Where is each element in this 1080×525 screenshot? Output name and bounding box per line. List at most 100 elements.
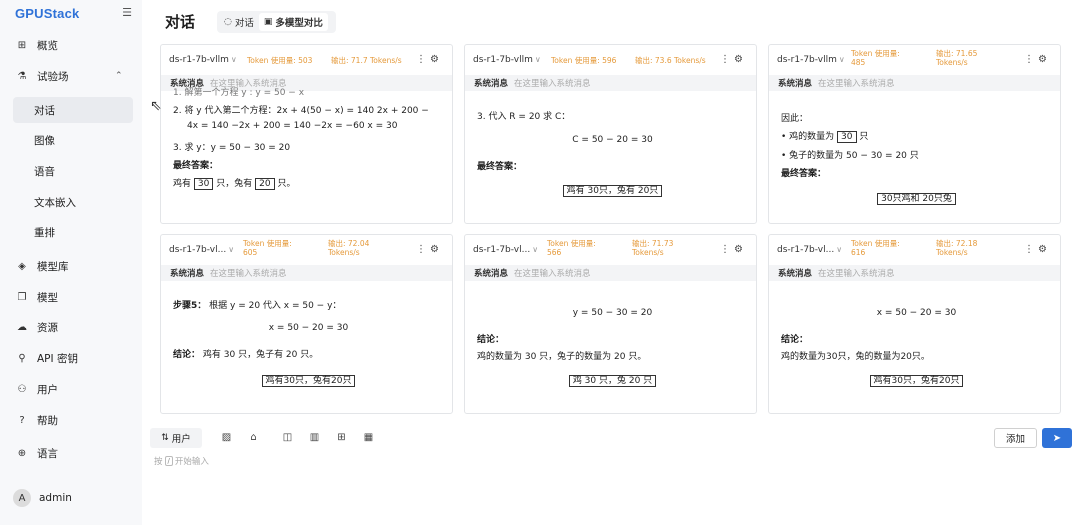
chevron-down-icon: ∨	[228, 245, 235, 254]
more-icon[interactable]: ⋮	[416, 54, 426, 65]
system-message[interactable]: 系统消息 在这里输入系统消息	[769, 265, 1060, 281]
user-name: admin	[39, 492, 72, 504]
more-icon[interactable]: ⋮	[720, 54, 730, 65]
model-select[interactable]: ds-r1-7b-vllm ∨	[169, 55, 237, 65]
panel-header: ds-r1-7b-vllm ∨ Token 使用量: 503 输出: 71.7 T…	[161, 45, 452, 73]
avatar: A	[13, 489, 31, 507]
message-input[interactable]: 按 / 开始输入	[154, 455, 209, 467]
question-icon: ?	[19, 414, 25, 426]
sidebar-item-users[interactable]: ⚇ 用户	[0, 376, 142, 402]
page-title: 对话	[165, 13, 196, 31]
token-usage: Token 使用量: 596	[551, 56, 617, 65]
panel-header: ds-r1-7b-vllm ∨ Token 使用量: 485 输出: 71.65 …	[769, 45, 1060, 73]
layout-2-icon[interactable]: ▥	[308, 431, 321, 444]
model-select[interactable]: ds-r1-7b-vl... ∨	[473, 245, 538, 255]
output-speed: 输出: 71.73 Tokens/s	[632, 239, 674, 257]
model-select[interactable]: ds-r1-7b-vllm ∨	[473, 55, 541, 65]
more-icon[interactable]: ⋮	[720, 244, 730, 255]
model-panel: ds-r1-7b-vl... ∨ Token 使用量: 566 输出: 71.73…	[464, 234, 757, 414]
user-menu[interactable]: A admin	[13, 489, 72, 507]
response-body: y = 50 − 30 = 20 结论： 鸡的数量为 30 只，兔子的数量为 2…	[477, 281, 748, 413]
system-message[interactable]: 系统消息 在这里输入系统消息	[769, 75, 1060, 91]
sidebar-item-embedding[interactable]: 文本嵌入	[0, 189, 142, 215]
sidebar-item-overview[interactable]: ⊞ 概览	[0, 32, 142, 58]
layout-3-icon[interactable]: ⊞	[335, 431, 348, 444]
mode-tabs: ◌ 对话 ▣ 多模型对比	[217, 11, 336, 33]
output-speed: 输出: 71.65 Tokens/s	[936, 49, 978, 67]
system-message[interactable]: 系统消息 在这里输入系统消息	[465, 75, 756, 91]
panel-header: ds-r1-7b-vl... ∨ Token 使用量: 605 输出: 72.04…	[161, 235, 452, 263]
model-panel: ds-r1-7b-vllm ∨ Token 使用量: 596 输出: 73.6 T…	[464, 44, 757, 224]
cube-icon: ◈	[18, 260, 26, 272]
sidebar-item-language[interactable]: ⊕ 语言	[0, 440, 142, 466]
system-message[interactable]: 系统消息 在这里输入系统消息	[465, 265, 756, 281]
sidebar-item-resources[interactable]: ☁ 资源	[0, 314, 142, 340]
send-icon: ➤	[1052, 432, 1062, 444]
home-icon[interactable]: ⌂	[247, 431, 260, 444]
panel-header: ds-r1-7b-vl... ∨ Token 使用量: 566 输出: 71.73…	[465, 235, 756, 263]
output-speed: 输出: 73.6 Tokens/s	[635, 56, 706, 65]
panel-header: ds-r1-7b-vl... ∨ Token 使用量: 616 输出: 72.18…	[769, 235, 1060, 263]
gear-icon[interactable]: ⚙	[430, 244, 439, 255]
sidebar-item-speech[interactable]: 语音	[0, 158, 142, 184]
model-panel: ds-r1-7b-vllm ∨ Token 使用量: 503 输出: 71.7 T…	[160, 44, 453, 224]
add-button[interactable]: 添加	[994, 428, 1037, 448]
model-panel: ds-r1-7b-vllm ∨ Token 使用量: 485 输出: 71.65 …	[768, 44, 1061, 224]
layout-1-icon[interactable]: ◫	[281, 431, 294, 444]
chevron-up-icon: ⌃	[115, 71, 123, 81]
key-icon: ⚲	[18, 352, 26, 364]
chevron-down-icon: ∨	[230, 55, 237, 64]
chevron-down-icon: ∨	[836, 245, 843, 254]
menu-fold-icon[interactable]: ☰	[120, 7, 134, 19]
mouse-cursor-icon: ⇖	[150, 98, 162, 114]
swap-icon: ⇅	[161, 433, 169, 443]
gear-icon[interactable]: ⚙	[734, 244, 743, 255]
dashboard-icon: ⊞	[17, 39, 27, 51]
chat-icon: ◌	[224, 17, 232, 27]
users-icon: ⚇	[17, 383, 27, 395]
model-panel: ds-r1-7b-vl... ∨ Token 使用量: 605 输出: 72.04…	[160, 234, 453, 414]
sidebar-item-rerank[interactable]: 重排	[0, 219, 142, 245]
sidebar-item-playground[interactable]: ⚗ 试验场 ⌃	[0, 63, 142, 89]
sidebar-item-image[interactable]: 图像	[0, 127, 142, 153]
system-message[interactable]: 系统消息 在这里输入系统消息	[161, 265, 452, 281]
sidebar-item-chat[interactable]: 对话	[13, 97, 133, 123]
globe-icon: ⊕	[17, 447, 27, 459]
chevron-down-icon: ∨	[534, 55, 541, 64]
send-button[interactable]: ➤	[1042, 428, 1072, 448]
gear-icon[interactable]: ⚙	[734, 54, 743, 65]
sidebar-item-help[interactable]: ? 帮助	[0, 407, 142, 433]
role-toggle-button[interactable]: ⇅ 用户	[150, 428, 202, 448]
token-usage: Token 使用量: 485	[851, 49, 900, 67]
cloud-icon: ☁	[17, 321, 27, 333]
model-panel: ds-r1-7b-vl... ∨ Token 使用量: 616 输出: 72.18…	[768, 234, 1061, 414]
sidebar-item-api-keys[interactable]: ⚲ API 密钥	[0, 345, 142, 371]
sidebar-item-model-catalog[interactable]: ◈ 模型库	[0, 253, 142, 279]
token-usage: Token 使用量: 566	[547, 239, 596, 257]
gear-icon[interactable]: ⚙	[430, 54, 439, 65]
tab-multi-model-compare[interactable]: ▣ 多模型对比	[258, 13, 328, 31]
gear-icon[interactable]: ⚙	[1038, 54, 1047, 65]
sidebar-item-models[interactable]: ❐ 模型	[0, 284, 142, 310]
chevron-down-icon: ∨	[532, 245, 539, 254]
tab-chat[interactable]: ◌ 对话	[219, 13, 259, 31]
flask-icon: ⚗	[17, 70, 27, 82]
token-usage: Token 使用量: 503	[247, 56, 313, 65]
panel-header: ds-r1-7b-vllm ∨ Token 使用量: 596 输出: 73.6 T…	[465, 45, 756, 73]
model-select[interactable]: ds-r1-7b-vllm ∨	[777, 55, 845, 65]
more-icon[interactable]: ⋮	[416, 244, 426, 255]
brand-logo: GPUStack	[15, 6, 80, 21]
image-icon[interactable]: ▨	[220, 431, 233, 444]
layout-4-icon[interactable]: ▦	[362, 431, 375, 444]
model-select[interactable]: ds-r1-7b-vl... ∨	[777, 245, 842, 255]
more-icon[interactable]: ⋮	[1024, 54, 1034, 65]
response-body: 1. 解第一个方程 y : y = 50 − x 2. 将 y 代入第二个方程：…	[173, 88, 429, 190]
output-speed: 输出: 72.18 Tokens/s	[936, 239, 978, 257]
more-icon[interactable]: ⋮	[1024, 244, 1034, 255]
response-body: 步骤5： 根据 y = 20 代入 x = 50 − y： x = 50 − 2…	[173, 281, 444, 413]
gear-icon[interactable]: ⚙	[1038, 244, 1047, 255]
response-body: 因此： • 鸡的数量为 30 只 • 兔子的数量为 50 − 30 = 20 只…	[781, 91, 1052, 223]
model-select[interactable]: ds-r1-7b-vl... ∨	[169, 245, 234, 255]
token-usage: Token 使用量: 605	[243, 239, 292, 257]
response-body: x = 50 − 20 = 30 结论： 鸡的数量为30只，兔的数量为20只。 …	[781, 281, 1052, 413]
